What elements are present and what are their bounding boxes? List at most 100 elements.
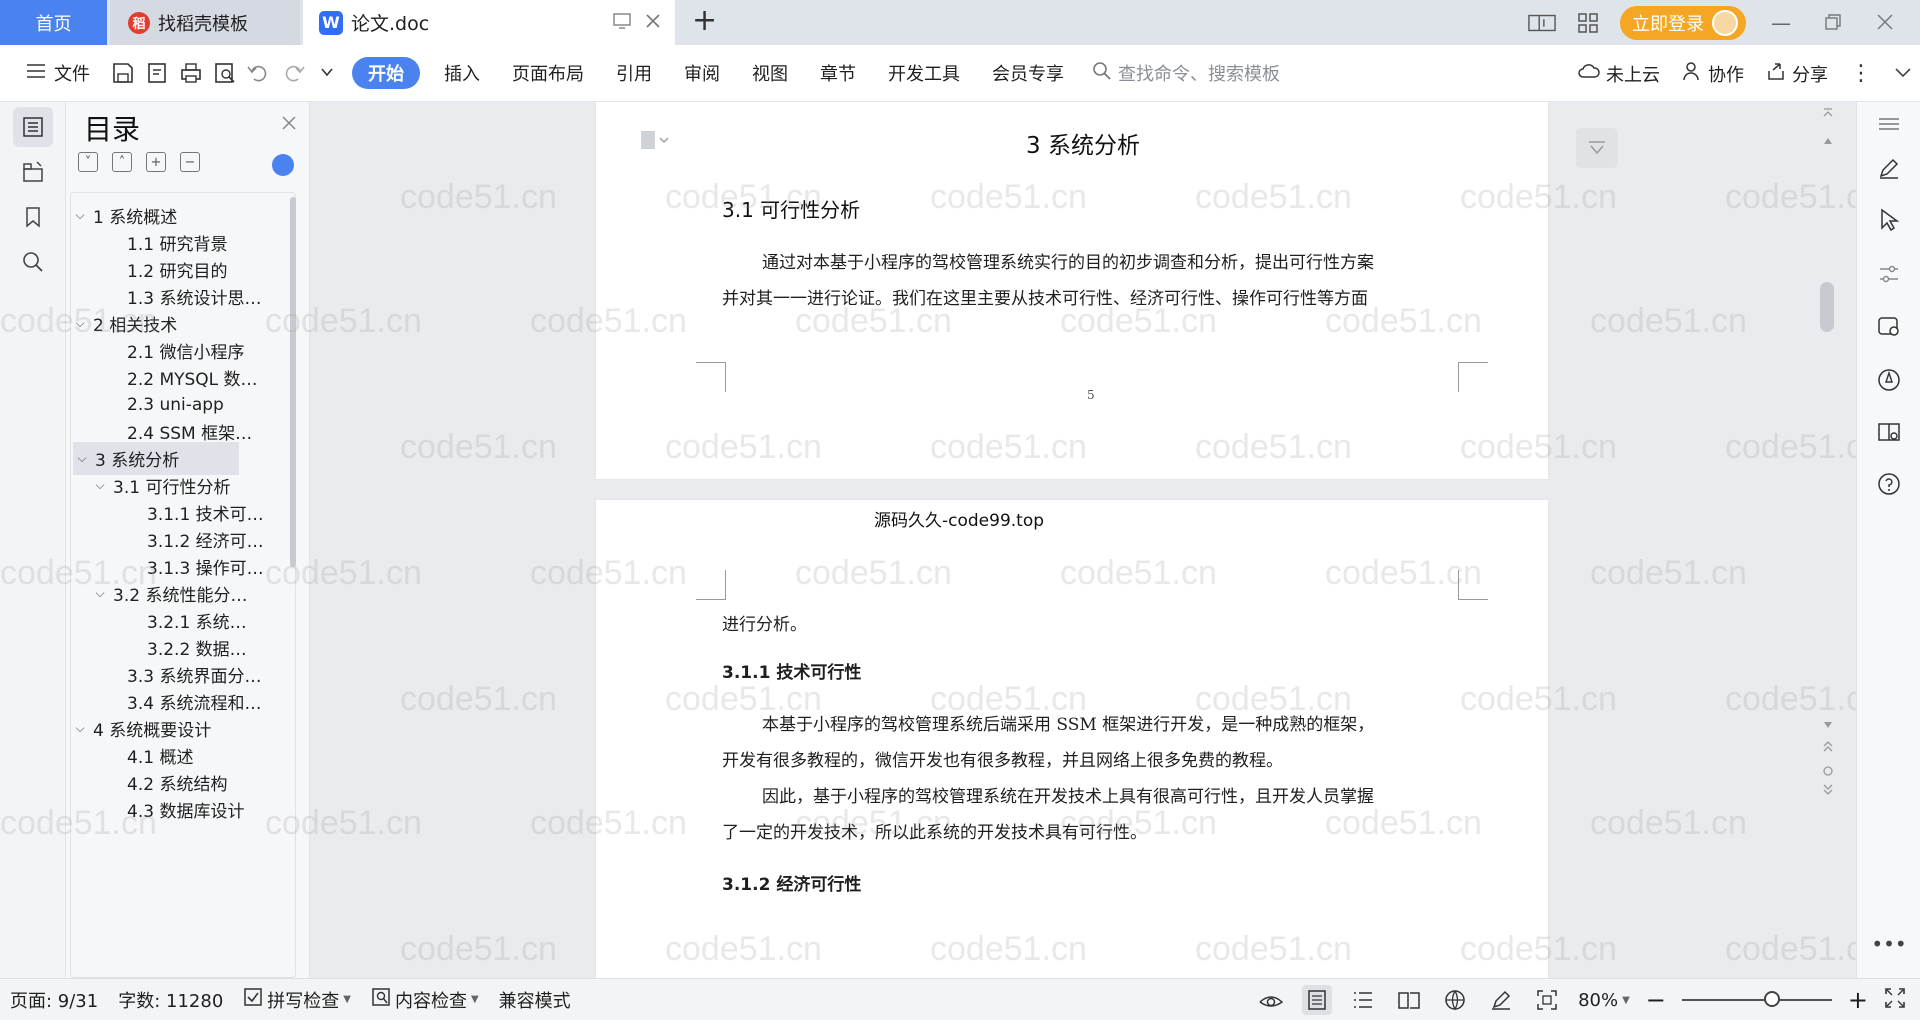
next-page-icon[interactable]: [1822, 782, 1834, 802]
layout-icon[interactable]: [1528, 12, 1556, 34]
toc-toolbar: ˅ ˄ + −: [78, 152, 200, 172]
more-tools-icon[interactable]: •••: [1871, 928, 1906, 960]
expand-all-icon[interactable]: ˅: [78, 152, 98, 172]
status-bar: 页面: 9/31 字数: 11280 拼写检查 ▼ 内容检查 ▼ 兼容模式 80…: [0, 978, 1920, 1020]
share-button[interactable]: 分享: [1766, 61, 1828, 87]
document-canvas[interactable]: 3 系统分析 3.1 可行性分析 通过对本基于小程序的驾校管理系统实行的目的初步…: [310, 102, 1836, 978]
toc-sync-toggle[interactable]: [272, 154, 294, 176]
zoom-slider[interactable]: [1681, 991, 1832, 1007]
cloud-status[interactable]: 未上云: [1578, 61, 1660, 87]
chapter-nav-icon[interactable]: [13, 152, 53, 192]
content-check-button[interactable]: 内容检查 ▼: [371, 987, 479, 1013]
demote-level-icon[interactable]: −: [180, 152, 200, 172]
promote-level-icon[interactable]: +: [146, 152, 166, 172]
document-page[interactable]: 3 系统分析 3.1 可行性分析 通过对本基于小程序的驾校管理系统实行的目的初步…: [596, 102, 1548, 479]
close-window-icon[interactable]: [1868, 11, 1902, 35]
word-count[interactable]: 字数: 11280: [118, 987, 223, 1013]
bookmark-icon[interactable]: [13, 197, 53, 237]
page-nav-icon[interactable]: [1576, 128, 1618, 168]
reading-view-icon[interactable]: [1394, 985, 1424, 1015]
toc-scrollbar[interactable]: [290, 197, 296, 567]
zoom-slider-knob[interactable]: [1763, 991, 1780, 1007]
chevron-down-icon[interactable]: ⌵: [91, 478, 109, 493]
minimize-icon[interactable]: —: [1764, 11, 1798, 35]
zoom-out-icon[interactable]: −: [1646, 986, 1666, 1014]
zoom-level[interactable]: 80% ▼: [1578, 990, 1630, 1011]
tab-developer[interactable]: 开发工具: [872, 55, 976, 91]
tab-sections[interactable]: 章节: [804, 55, 872, 91]
find-icon[interactable]: [13, 242, 53, 282]
pen-edit-icon[interactable]: [1873, 152, 1905, 184]
print-icon[interactable]: [174, 56, 208, 90]
collapse-all-icon[interactable]: ˄: [112, 152, 132, 172]
scroll-top-icon[interactable]: [1823, 104, 1833, 118]
toc-item-label: 1.1 研究背景: [127, 235, 228, 255]
login-button[interactable]: 立即登录: [1620, 5, 1746, 40]
paragraph-line: 进行分析。: [722, 615, 807, 635]
compass-icon[interactable]: [1873, 364, 1905, 396]
undo-icon[interactable]: [242, 56, 276, 90]
document-page[interactable]: 源码久久-code99.top 进行分析。 3.1.1 技术可行性 本基于小程序…: [596, 500, 1548, 978]
page-format-icon[interactable]: [640, 130, 670, 155]
outline-view-icon[interactable]: [1348, 985, 1378, 1015]
collapse-panel-icon[interactable]: [1873, 108, 1905, 140]
more-quick-access-icon[interactable]: [310, 56, 344, 90]
chevron-down-icon[interactable]: ⌵: [71, 316, 89, 331]
select-browse-icon[interactable]: [1822, 762, 1834, 782]
redo-icon[interactable]: [276, 56, 310, 90]
tab-insert[interactable]: 插入: [428, 55, 496, 91]
close-tab-icon[interactable]: [645, 12, 661, 34]
write-mode-icon[interactable]: [1486, 985, 1516, 1015]
collaborate-button[interactable]: 协作: [1682, 61, 1744, 87]
file-menu[interactable]: 文件: [10, 55, 106, 91]
restore-icon[interactable]: [1816, 11, 1850, 35]
scrollbar-thumb[interactable]: [1820, 282, 1834, 332]
tab-member[interactable]: 会员专享: [976, 55, 1080, 91]
chevron-down-icon[interactable]: ⌵: [71, 721, 89, 736]
collapse-ribbon-icon[interactable]: [1894, 63, 1912, 84]
chevron-down-icon[interactable]: ⌵: [71, 208, 89, 223]
fullscreen-icon[interactable]: [1884, 987, 1906, 1014]
spell-check-button[interactable]: 拼写检查 ▼: [243, 987, 351, 1013]
chevron-down-icon[interactable]: ⌵: [91, 586, 109, 601]
print-preview-icon[interactable]: [208, 56, 242, 90]
scroll-down-icon[interactable]: [1823, 714, 1833, 734]
fit-page-icon[interactable]: [1532, 985, 1562, 1015]
toc-item[interactable]: 4.3 数据库设计: [111, 793, 271, 826]
select-cursor-icon[interactable]: [1873, 204, 1905, 236]
zoom-in-icon[interactable]: +: [1848, 986, 1868, 1014]
document-scrollbar[interactable]: [1818, 102, 1834, 978]
prev-page-icon[interactable]: [1822, 738, 1834, 758]
toc-panel-icon[interactable]: [13, 107, 53, 147]
tab-review[interactable]: 审阅: [668, 55, 736, 91]
more-options-icon[interactable]: ⋮: [1850, 61, 1872, 86]
ribbon-menu-bar: 文件 开始 插入 页面布局 引用 审阅 视图 章节 开发工具 会员专享 查找命令…: [0, 45, 1920, 102]
export-pdf-icon[interactable]: [140, 56, 174, 90]
toc-panel: 目录 ˅ ˄ + − ⌵ 1 系统概述 1.1 研究背景 1.2 研究目的 1.3 系统…: [66, 102, 310, 978]
save-icon[interactable]: [106, 56, 140, 90]
eye-protection-icon[interactable]: [1256, 985, 1286, 1015]
help-icon[interactable]: [1873, 468, 1905, 500]
tab-view[interactable]: 视图: [736, 55, 804, 91]
chevron-down-icon[interactable]: ⌵: [73, 451, 91, 466]
tab-start-label: 开始: [368, 64, 404, 85]
tab-page-layout[interactable]: 页面布局: [496, 55, 600, 91]
add-tab-icon[interactable]: +: [692, 6, 717, 36]
close-icon[interactable]: [281, 112, 297, 137]
tab-template[interactable]: 稻 找稻壳模板: [110, 0, 300, 45]
image-edit-icon[interactable]: [1873, 310, 1905, 342]
command-search[interactable]: 查找命令、搜索模板: [1092, 60, 1280, 86]
tab-references[interactable]: 引用: [600, 55, 668, 91]
adjust-sliders-icon[interactable]: [1873, 258, 1905, 290]
tab-start[interactable]: 开始: [352, 57, 420, 89]
page-indicator[interactable]: 页面: 9/31: [10, 987, 98, 1013]
apps-grid-icon[interactable]: [1574, 12, 1602, 34]
scroll-up-icon[interactable]: [1823, 130, 1833, 150]
web-view-icon[interactable]: [1440, 985, 1470, 1015]
page-view-icon[interactable]: [1302, 985, 1333, 1015]
toc-item-label: 3.4 系统流程和…: [127, 694, 262, 714]
book-review-icon[interactable]: [1873, 416, 1905, 448]
tab-home[interactable]: 首页: [0, 0, 107, 45]
tab-document[interactable]: W 论文.doc: [303, 0, 675, 45]
float-window-icon[interactable]: [613, 12, 631, 34]
